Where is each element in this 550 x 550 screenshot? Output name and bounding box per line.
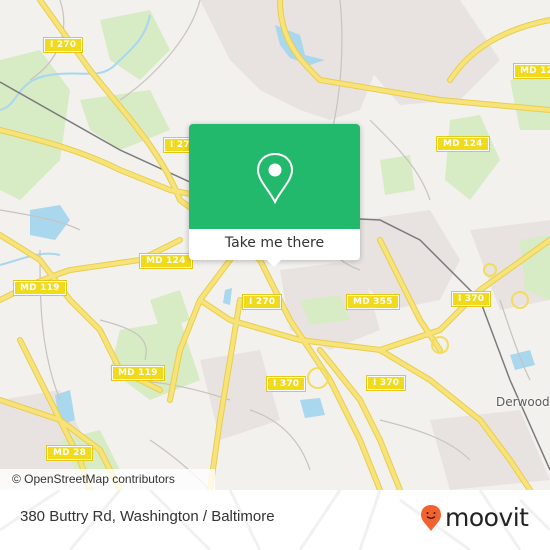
moovit-wordmark: moovit (445, 503, 529, 532)
road-shield-md355: MD 355 (346, 294, 400, 310)
road-shield-i270: I 270 (42, 37, 84, 53)
road-shield-md28: MD 28 (45, 445, 94, 461)
footer-banner: 380 Buttry Rd, Washington / Baltimore mo… (0, 490, 550, 550)
road-shield-i270: I 270 (241, 294, 283, 310)
take-me-there-button[interactable]: Take me there (189, 229, 360, 260)
moovit-logo[interactable]: moovit (420, 504, 529, 532)
road-shield-md124: MD 124 (139, 253, 193, 269)
moovit-pin-icon (421, 505, 441, 531)
road-shield-md119: MD 119 (13, 280, 67, 296)
road-shield-md124: MD 124 (436, 136, 490, 152)
road-shield-i370: I 370 (450, 291, 492, 307)
road-shield-i370: I 370 (365, 375, 407, 391)
map-view[interactable]: I 270 I 270 I 270 MD 124 MD 124 MD 124 M… (0, 0, 550, 490)
popup-pointer (265, 258, 283, 267)
location-pin-icon (256, 152, 294, 204)
location-popup: Take me there (189, 124, 360, 267)
road-shield-md124: MD 124 (513, 63, 550, 79)
place-label-derwood: Derwood (496, 395, 550, 409)
road-shield-i370: I 370 (265, 376, 307, 392)
popup-header (189, 124, 360, 229)
address-text: 380 Buttry Rd, Washington / Baltimore (20, 508, 275, 525)
road-shield-md119: MD 119 (111, 365, 165, 381)
map-attribution[interactable]: © OpenStreetMap contributors (0, 469, 215, 490)
